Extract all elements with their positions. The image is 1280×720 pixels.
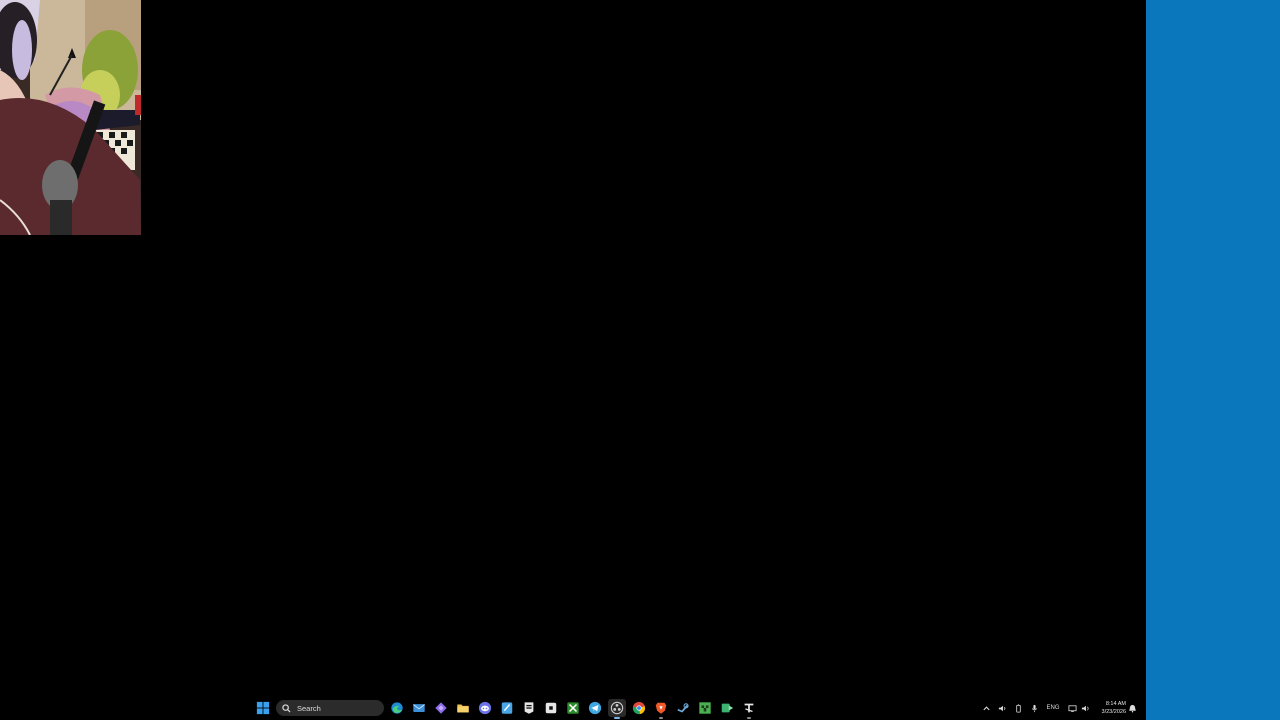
telegram-app[interactable] — [586, 699, 604, 717]
chrome-app[interactable] — [630, 699, 648, 717]
notepad-app[interactable] — [498, 699, 516, 717]
folder-icon — [457, 704, 469, 713]
tray-language[interactable]: ENG — [1044, 701, 1062, 715]
game-launcher-app[interactable] — [718, 699, 736, 717]
obs-app[interactable] — [608, 699, 626, 719]
edge-icon — [391, 702, 403, 714]
telegram-icon — [588, 701, 602, 715]
tray-overflow-button[interactable] — [981, 701, 991, 715]
battery-icon — [1015, 703, 1021, 713]
notification-bell-icon — [1128, 704, 1136, 712]
tray-speaker-2[interactable] — [1079, 701, 1091, 715]
tray-microphone[interactable] — [1029, 701, 1039, 715]
side-panel — [1146, 0, 1280, 720]
roblox-app[interactable] — [542, 699, 560, 717]
taskbar-clock[interactable]: 8:14 AM 3/23/2026 — [1094, 700, 1126, 718]
obs-icon — [610, 701, 624, 715]
network-icon — [1067, 704, 1077, 712]
copilot-app[interactable] — [432, 699, 450, 717]
roblox-icon — [545, 702, 557, 714]
edge-app[interactable] — [388, 699, 406, 717]
chrome-icon — [632, 701, 646, 715]
tray-battery[interactable] — [1013, 701, 1023, 715]
tools-icon — [744, 703, 754, 713]
epic-games-app[interactable] — [520, 699, 538, 717]
notifications-button[interactable] — [1127, 701, 1137, 715]
brave-app[interactable] — [652, 699, 670, 719]
clock-date: 3/23/2026 — [1101, 709, 1126, 715]
file-explorer-app[interactable] — [454, 699, 472, 717]
volume-icon — [1081, 705, 1089, 711]
xbox-app[interactable] — [564, 699, 582, 717]
discord-icon — [478, 701, 492, 715]
steam-app[interactable] — [674, 699, 692, 717]
notepad-icon — [501, 702, 513, 714]
game-launcher-icon — [721, 703, 734, 713]
search-label: Search — [297, 703, 321, 713]
taskbar-search[interactable]: Search — [276, 700, 384, 716]
microphone-icon — [1031, 704, 1037, 712]
minecraft-icon — [699, 702, 711, 714]
language-label: ENG — [1046, 705, 1060, 711]
speaker-icon — [998, 705, 1005, 711]
webcam-overlay — [0, 0, 141, 235]
discord-app[interactable] — [476, 699, 494, 717]
windows-logo-icon — [256, 701, 270, 715]
tray-network[interactable] — [1066, 701, 1078, 715]
tray-speaker-1[interactable] — [996, 701, 1008, 715]
brave-icon — [655, 702, 667, 714]
mail-icon — [413, 704, 425, 712]
search-icon — [282, 703, 291, 713]
epic-games-icon — [524, 702, 534, 714]
xbox-icon — [567, 702, 579, 714]
copilot-icon — [435, 702, 447, 714]
desktop — [0, 0, 1146, 720]
steam-icon — [677, 703, 689, 713]
tools-app[interactable] — [740, 699, 758, 719]
minecraft-app[interactable] — [696, 699, 714, 717]
start-button[interactable] — [254, 699, 272, 717]
clock-time: 8:14 AM — [1105, 701, 1126, 707]
mail-app[interactable] — [410, 699, 428, 717]
chevron-up-icon — [982, 705, 990, 710]
